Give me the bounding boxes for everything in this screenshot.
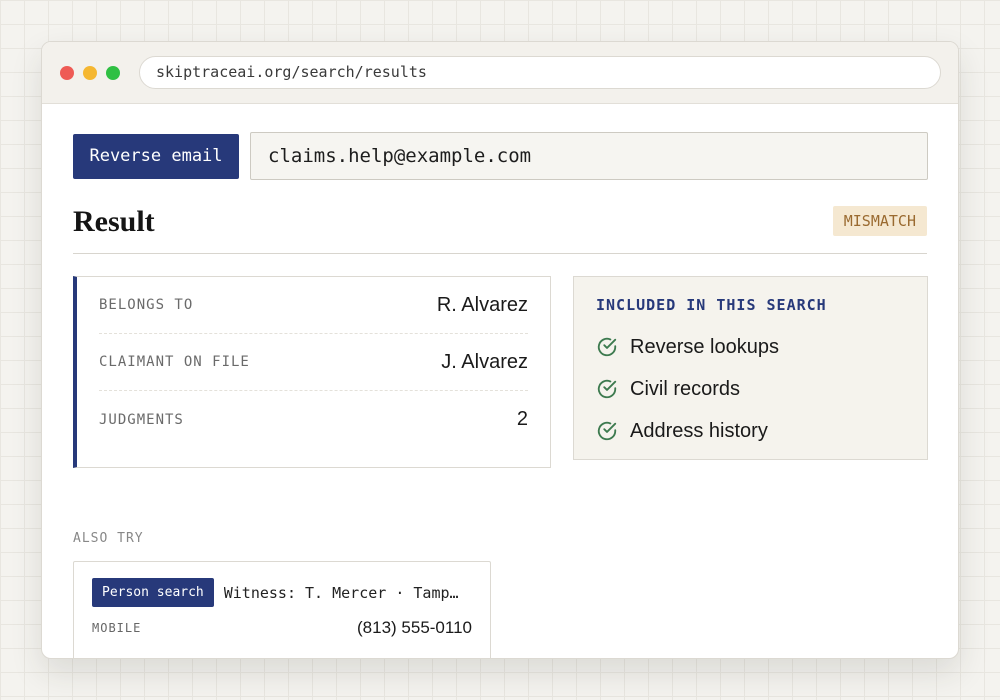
list-item: Reverse lookups	[596, 326, 905, 368]
close-window-button[interactable]	[60, 66, 74, 80]
divider	[73, 253, 927, 254]
mobile-value: (813) 555-0110	[357, 618, 472, 637]
detail-row: JUDGMENTS 2	[99, 391, 528, 448]
also-try-field: MOBILE (813) 555-0110	[92, 618, 472, 638]
person-search-chip[interactable]: Person search	[92, 578, 214, 607]
detail-value: 2	[516, 408, 528, 430]
check-circle-icon	[597, 421, 617, 441]
minimize-window-button[interactable]	[83, 66, 97, 80]
browser-window: skiptraceai.org/search/results Reverse e…	[41, 41, 959, 659]
also-try-header: Person search Witness: T. Mercer · Tampa…	[92, 578, 472, 607]
also-try-card[interactable]: Person search Witness: T. Mercer · Tampa…	[73, 561, 491, 658]
included-list: Reverse lookups Civil records Address hi…	[596, 326, 905, 452]
check-circle-icon	[597, 379, 617, 399]
mobile-label: MOBILE	[92, 621, 142, 635]
detail-label: CLAIMANT ON FILE	[99, 354, 250, 370]
address-bar[interactable]: skiptraceai.org/search/results	[139, 56, 941, 89]
detail-row: BELONGS TO R. Alvarez	[99, 277, 528, 334]
detail-label: BELONGS TO	[99, 297, 194, 313]
search-query-input[interactable]: claims.help@example.com	[250, 132, 928, 180]
included-features-panel: INCLUDED IN THIS SEARCH Reverse lookups …	[573, 276, 928, 460]
included-heading: INCLUDED IN THIS SEARCH	[596, 296, 827, 314]
detail-label: JUDGMENTS	[99, 411, 184, 428]
list-item: Address history	[596, 410, 905, 452]
detail-row: CLAIMANT ON FILE J. Alvarez	[99, 334, 528, 391]
page-title: Result	[73, 205, 155, 238]
status-badge: MISMATCH	[832, 206, 927, 236]
page-content: Reverse email claims.help@example.com Re…	[42, 105, 958, 658]
included-item-label: Address history	[630, 419, 768, 442]
search-mode-button[interactable]: Reverse email	[73, 134, 239, 179]
maximize-window-button[interactable]	[106, 66, 120, 80]
also-try-label: ALSO TRY	[73, 531, 144, 546]
list-item: Civil records	[596, 368, 905, 410]
browser-chrome: skiptraceai.org/search/results	[42, 42, 958, 104]
check-circle-icon	[597, 337, 617, 357]
also-try-description: Witness: T. Mercer · Tampa, FL	[223, 583, 464, 602]
included-item-label: Civil records	[630, 377, 741, 400]
included-item-label: Reverse lookups	[630, 335, 779, 358]
detail-value: R. Alvarez	[436, 293, 528, 316]
detail-value: J. Alvarez	[441, 350, 528, 373]
result-details-card: BELONGS TO R. Alvarez CLAIMANT ON FILE J…	[73, 276, 551, 468]
